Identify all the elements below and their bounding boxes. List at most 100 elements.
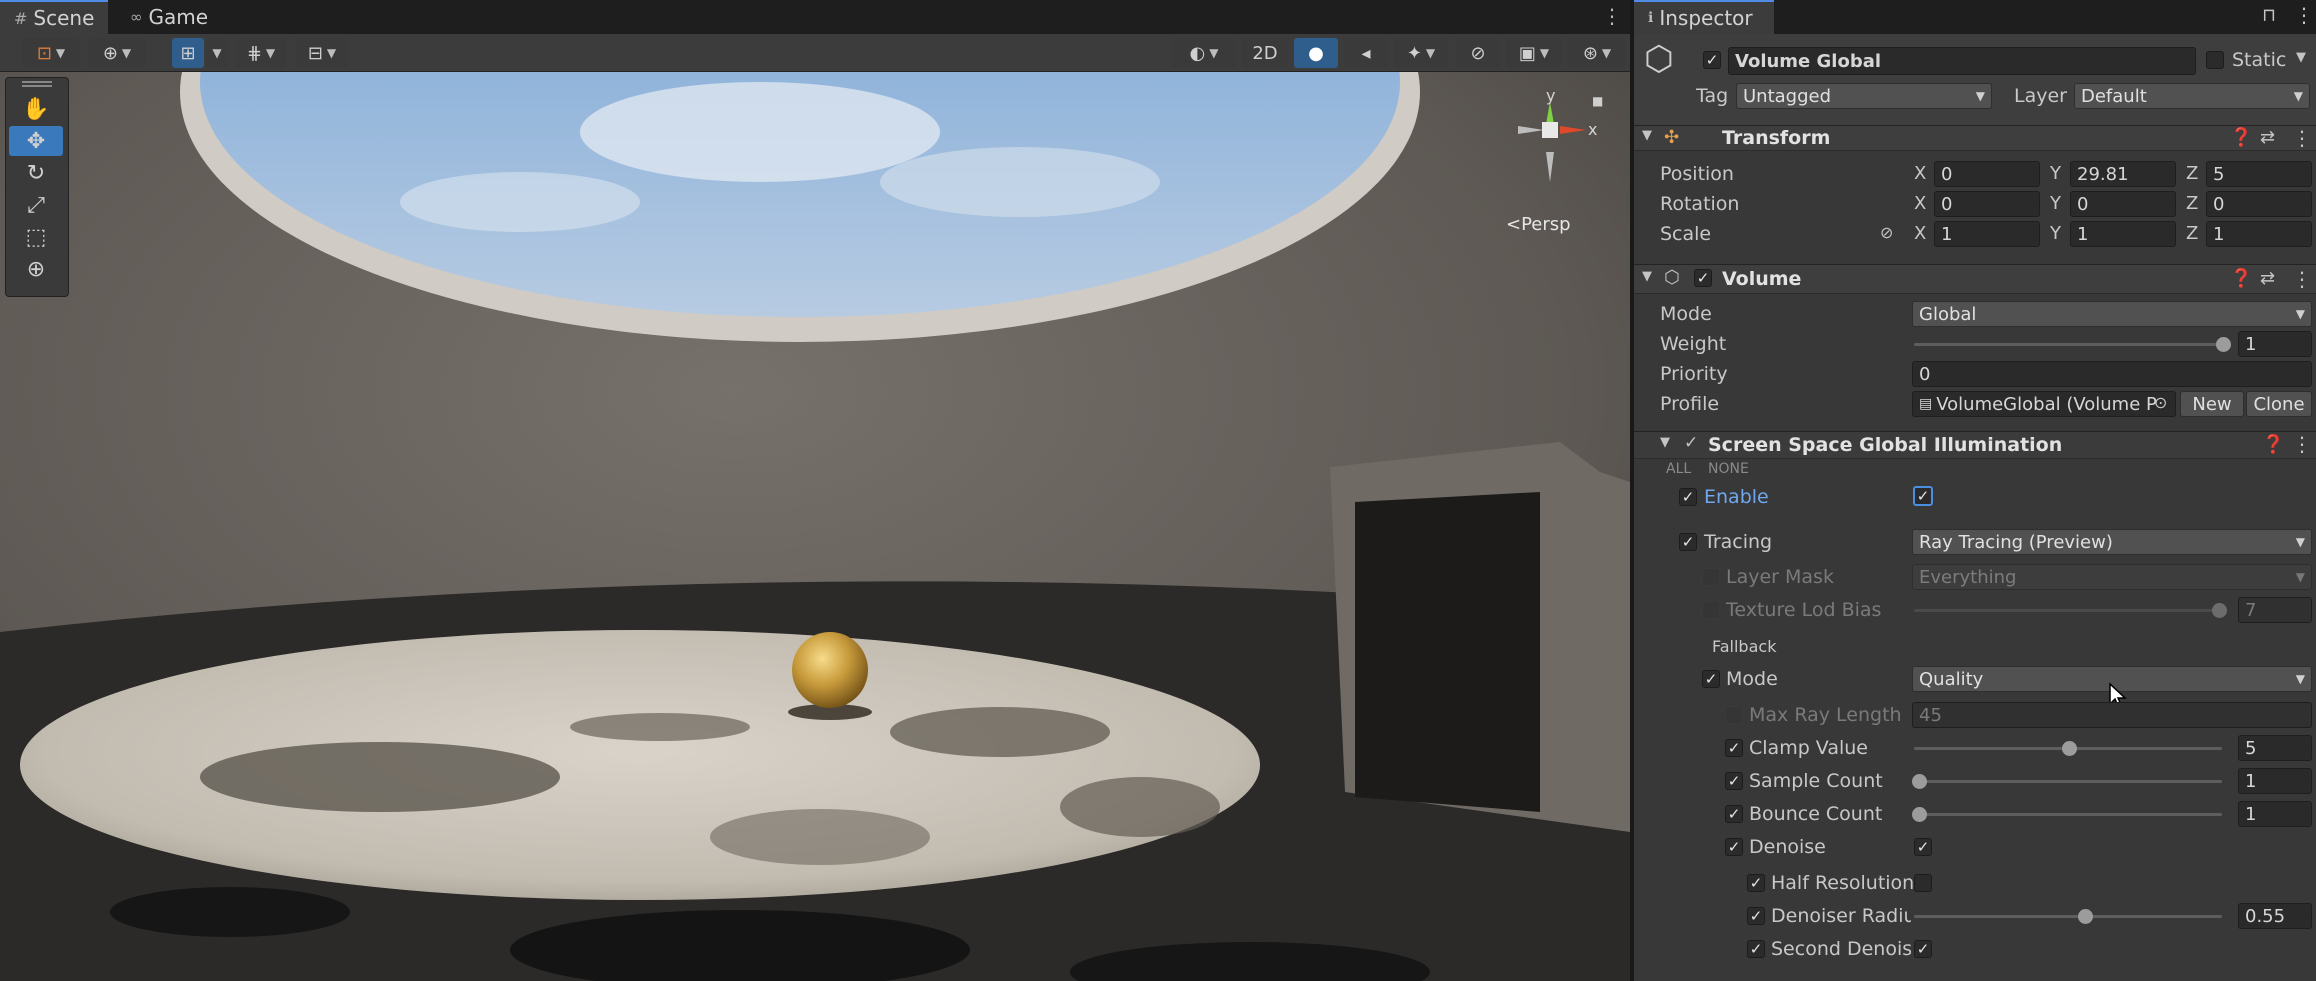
layer-dropdown[interactable]: Default ▼ [2074, 83, 2310, 109]
transform-tool-button[interactable]: ⊕ [9, 254, 63, 284]
layer-mask-dropdown[interactable]: Everything ▼ [1912, 564, 2312, 590]
profile-field[interactable]: ▤ VolumeGlobal (Volume P [1912, 391, 2176, 417]
grid-snap-dropdown[interactable]: ▼ [206, 38, 228, 68]
orientation-gizmo[interactable]: y x ■ [1496, 86, 1616, 202]
static-checkbox[interactable] [2206, 51, 2224, 69]
weight-field[interactable]: 1 [2238, 331, 2312, 357]
camera-settings-button[interactable]: ▣ ▼ [1506, 38, 1562, 68]
lock-icon[interactable]: ■ [1592, 94, 1603, 108]
clamp-field[interactable]: 5 [2238, 735, 2312, 761]
bounce-count-field[interactable]: 1 [2238, 801, 2312, 827]
rotation-y-field[interactable]: 0 [2070, 191, 2176, 217]
grid-visibility-button[interactable]: ⊟ ▼ [296, 38, 348, 68]
all-toggle[interactable]: ALL [1666, 461, 1691, 477]
scene-more-menu-icon[interactable]: ⋮ [1602, 4, 1622, 28]
lighting-toggle-button[interactable]: ● [1294, 38, 1338, 68]
denoiser-radius-slider-knob[interactable] [2078, 909, 2093, 924]
clamp-slider-knob[interactable] [2062, 741, 2077, 756]
weight-slider-knob[interactable] [2216, 337, 2231, 352]
scale-tool-button[interactable]: ⤢ [9, 190, 63, 220]
volume-preset-icon[interactable]: ⇄ [2260, 268, 2275, 289]
bounce-count-override-checkbox[interactable]: ✓ [1725, 805, 1743, 823]
denoise-override-checkbox[interactable]: ✓ [1725, 838, 1743, 856]
weight-slider-track[interactable] [1914, 343, 2222, 346]
ssgi-more-icon[interactable]: ⋮ [2292, 432, 2312, 456]
position-y-field[interactable]: 29.81 [2070, 161, 2176, 187]
profile-new-button[interactable]: New [2180, 391, 2244, 417]
rotation-x-field[interactable]: 0 [1934, 191, 2040, 217]
inspector-lock-icon[interactable]: ⊓ [2262, 5, 2276, 26]
gameobject-name-field[interactable]: Volume Global [1728, 47, 2196, 75]
texture-lod-slider-knob[interactable] [2212, 603, 2227, 618]
snap-increment-button[interactable]: ⋕ ▼ [236, 38, 286, 68]
enable-checkbox[interactable]: ✓ [1913, 486, 1933, 506]
ssgi-foldout-icon[interactable]: ▼ [1660, 435, 1670, 450]
volume-more-icon[interactable]: ⋮ [2292, 267, 2312, 291]
ssgi-enabled-check-icon[interactable]: ✓ [1684, 433, 1698, 453]
transform-preset-icon[interactable]: ⇄ [2260, 127, 2275, 148]
max-ray-override-checkbox[interactable] [1725, 706, 1743, 724]
tab-inspector[interactable]: ℹ Inspector [1634, 0, 1774, 34]
denoiser-radius-override-checkbox[interactable]: ✓ [1747, 907, 1765, 925]
texture-lod-override-checkbox[interactable] [1702, 601, 1720, 619]
texture-lod-slider-track[interactable] [1914, 609, 2218, 612]
layer-mask-override-checkbox[interactable] [1702, 568, 1720, 586]
transform-help-icon[interactable]: ❓ [2230, 127, 2252, 148]
tracing-override-checkbox[interactable]: ✓ [1679, 533, 1697, 551]
bounce-count-slider-track[interactable] [1914, 813, 2222, 816]
inspector-more-icon[interactable]: ⋮ [2294, 3, 2314, 27]
sample-count-slider-track[interactable] [1914, 780, 2222, 783]
tracing-dropdown[interactable]: Ray Tracing (Preview) ▼ [1912, 529, 2312, 555]
denoiser-radius-slider-track[interactable] [1914, 915, 2222, 918]
half-res-override-checkbox[interactable]: ✓ [1747, 874, 1765, 892]
draw-mode-button[interactable]: ⊡ ▼ [22, 38, 80, 68]
priority-field[interactable]: 0 [1912, 361, 2312, 387]
volume-help-icon[interactable]: ❓ [2230, 268, 2252, 289]
sample-count-override-checkbox[interactable]: ✓ [1725, 772, 1743, 790]
mode-2d-button[interactable]: 2D [1242, 38, 1288, 68]
gameobject-cube-icon[interactable]: ⬡ [1644, 42, 1680, 84]
shading-mode-button[interactable]: ◐ ▼ [1172, 38, 1236, 68]
texture-lod-field[interactable]: 7 [2238, 597, 2312, 623]
scale-x-field[interactable]: 1 [1934, 221, 2040, 247]
second-denoiser-checkbox[interactable]: ✓ [1914, 940, 1932, 958]
bounce-count-slider-knob[interactable] [1912, 807, 1927, 822]
denoise-checkbox[interactable]: ✓ [1914, 838, 1932, 856]
sample-count-slider-knob[interactable] [1912, 774, 1927, 789]
enable-override-checkbox[interactable]: ✓ [1679, 488, 1697, 506]
rotation-z-field[interactable]: 0 [2206, 191, 2312, 217]
sample-count-field[interactable]: 1 [2238, 768, 2312, 794]
scale-y-field[interactable]: 1 [2070, 221, 2176, 247]
ssgi-help-icon[interactable]: ❓ [2262, 434, 2284, 455]
volume-enabled-checkbox[interactable]: ✓ [1694, 269, 1712, 287]
transform-foldout-icon[interactable]: ▼ [1642, 128, 1652, 143]
constrain-proportions-icon[interactable]: ⊘ [1880, 223, 1893, 242]
audio-toggle-button[interactable]: ◂ [1344, 38, 1388, 68]
hidden-objects-button[interactable]: ⊘ [1456, 38, 1500, 68]
none-toggle[interactable]: NONE [1708, 461, 1749, 477]
fallback-mode-override-checkbox[interactable]: ✓ [1702, 670, 1720, 688]
grid-snap-button[interactable]: ⊞ [172, 38, 204, 68]
denoiser-radius-field[interactable]: 0.55 [2238, 903, 2312, 929]
scale-z-field[interactable]: 1 [2206, 221, 2312, 247]
tools-palette-grip[interactable] [22, 81, 52, 87]
max-ray-field[interactable]: 45 [1912, 702, 2312, 728]
tab-scene[interactable]: # Scene [0, 0, 108, 34]
profile-clone-button[interactable]: Clone [2246, 391, 2312, 417]
gameobject-active-checkbox[interactable]: ✓ [1703, 51, 1721, 69]
hand-tool-button[interactable]: ✋ [9, 94, 63, 124]
tab-game[interactable]: ∞ Game [116, 0, 226, 34]
projection-label[interactable]: <Persp [1506, 214, 1571, 235]
tag-dropdown[interactable]: Untagged ▼ [1736, 83, 1992, 109]
effects-button[interactable]: ✦ ▼ [1394, 38, 1448, 68]
object-picker-icon[interactable]: ⊙ [2154, 393, 2167, 412]
global-toggle-button[interactable]: ⊕ ▼ [88, 38, 146, 68]
position-x-field[interactable]: 0 [1934, 161, 2040, 187]
second-denoiser-override-checkbox[interactable]: ✓ [1747, 940, 1765, 958]
volume-mode-dropdown[interactable]: Global ▼ [1912, 301, 2312, 327]
rotate-tool-button[interactable]: ↻ [9, 158, 63, 188]
half-res-checkbox[interactable] [1914, 874, 1932, 892]
transform-more-icon[interactable]: ⋮ [2292, 126, 2312, 150]
move-tool-button[interactable]: ✥ [9, 126, 63, 156]
rect-tool-button[interactable]: ⬚ [9, 222, 63, 252]
